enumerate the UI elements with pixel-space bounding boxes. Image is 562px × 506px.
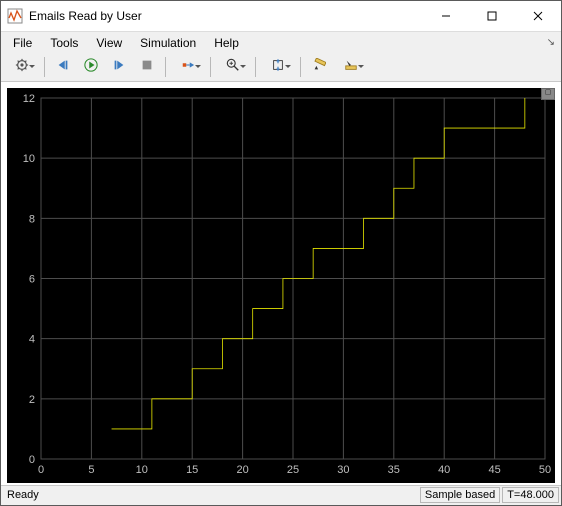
menu-view[interactable]: View bbox=[88, 34, 130, 52]
svg-text:0: 0 bbox=[38, 464, 44, 476]
menu-help[interactable]: Help bbox=[206, 34, 247, 52]
gear-icon bbox=[15, 58, 29, 75]
signal-icon bbox=[181, 58, 195, 75]
status-time: T=48.000 bbox=[502, 487, 559, 503]
autoscale-icon bbox=[271, 58, 285, 75]
close-button[interactable] bbox=[515, 1, 561, 31]
toolbar-separator bbox=[300, 57, 301, 77]
maximize-axes-icon[interactable]: ▢ bbox=[541, 88, 555, 100]
svg-text:4: 4 bbox=[29, 333, 35, 345]
svg-text:30: 30 bbox=[337, 464, 349, 476]
svg-text:6: 6 bbox=[29, 273, 35, 285]
autoscale-dropdown[interactable] bbox=[261, 54, 295, 80]
status-mode: Sample based bbox=[420, 487, 500, 503]
svg-text:50: 50 bbox=[539, 464, 551, 476]
zoom-icon bbox=[226, 58, 240, 75]
toolbar-separator bbox=[44, 57, 45, 77]
measure[interactable] bbox=[306, 54, 332, 80]
app-icon bbox=[7, 8, 23, 24]
svg-text:5: 5 bbox=[88, 464, 94, 476]
config-dropdown[interactable] bbox=[5, 54, 39, 80]
annotate-icon bbox=[344, 58, 358, 75]
play-icon bbox=[84, 58, 98, 75]
svg-text:15: 15 bbox=[186, 464, 198, 476]
svg-text:20: 20 bbox=[236, 464, 248, 476]
statusbar: Ready Sample based T=48.000 bbox=[1, 485, 561, 505]
maximize-button[interactable] bbox=[469, 1, 515, 31]
svg-text:2: 2 bbox=[29, 393, 35, 405]
svg-text:45: 45 bbox=[488, 464, 500, 476]
menubar: FileToolsViewSimulationHelp ↘ bbox=[1, 32, 561, 53]
menu-tools[interactable]: Tools bbox=[42, 34, 86, 52]
ruler-icon bbox=[312, 58, 326, 75]
svg-text:10: 10 bbox=[136, 464, 148, 476]
stop-icon bbox=[140, 58, 154, 75]
run[interactable] bbox=[78, 54, 104, 80]
svg-text:35: 35 bbox=[388, 464, 400, 476]
svg-text:10: 10 bbox=[23, 153, 35, 165]
step-back-icon bbox=[56, 58, 70, 75]
plot-area: ▢ 0 5 10 15 20 25 30 35 40 45 50 0 2 4 6 8 10 12 bbox=[1, 82, 561, 485]
toolbar-separator bbox=[210, 57, 211, 77]
menu-file[interactable]: File bbox=[5, 34, 40, 52]
svg-text:0: 0 bbox=[29, 454, 35, 466]
svg-text:40: 40 bbox=[438, 464, 450, 476]
svg-text:25: 25 bbox=[287, 464, 299, 476]
step-fwd-icon bbox=[112, 58, 126, 75]
data-series bbox=[112, 98, 525, 429]
status-ready: Ready bbox=[1, 489, 420, 501]
step-back[interactable] bbox=[50, 54, 76, 80]
toolbar-separator bbox=[165, 57, 166, 77]
y-axis: 0 2 4 6 8 10 12 bbox=[23, 93, 35, 466]
stop[interactable] bbox=[134, 54, 160, 80]
minimize-button[interactable] bbox=[423, 1, 469, 31]
svg-text:8: 8 bbox=[29, 213, 35, 225]
x-axis: 0 5 10 15 20 25 30 35 40 45 50 bbox=[38, 464, 551, 476]
zoom-dropdown[interactable] bbox=[216, 54, 250, 80]
step-forward[interactable] bbox=[106, 54, 132, 80]
dock-indicator-icon: ↘ bbox=[547, 37, 555, 48]
window-title: Emails Read by User bbox=[29, 9, 423, 23]
titlebar: Emails Read by User bbox=[1, 1, 561, 32]
toolbar-separator bbox=[255, 57, 256, 77]
svg-text:12: 12 bbox=[23, 93, 35, 105]
toolbar bbox=[1, 53, 561, 81]
menu-simulation[interactable]: Simulation bbox=[132, 34, 204, 52]
scope-window: Emails Read by User FileToolsViewSimulat… bbox=[0, 0, 562, 506]
plot-canvas[interactable]: ▢ 0 5 10 15 20 25 30 35 40 45 50 0 2 4 6 8 10 12 bbox=[7, 88, 555, 483]
highlight-signal[interactable] bbox=[171, 54, 205, 80]
annotate-dropdown[interactable] bbox=[334, 54, 368, 80]
